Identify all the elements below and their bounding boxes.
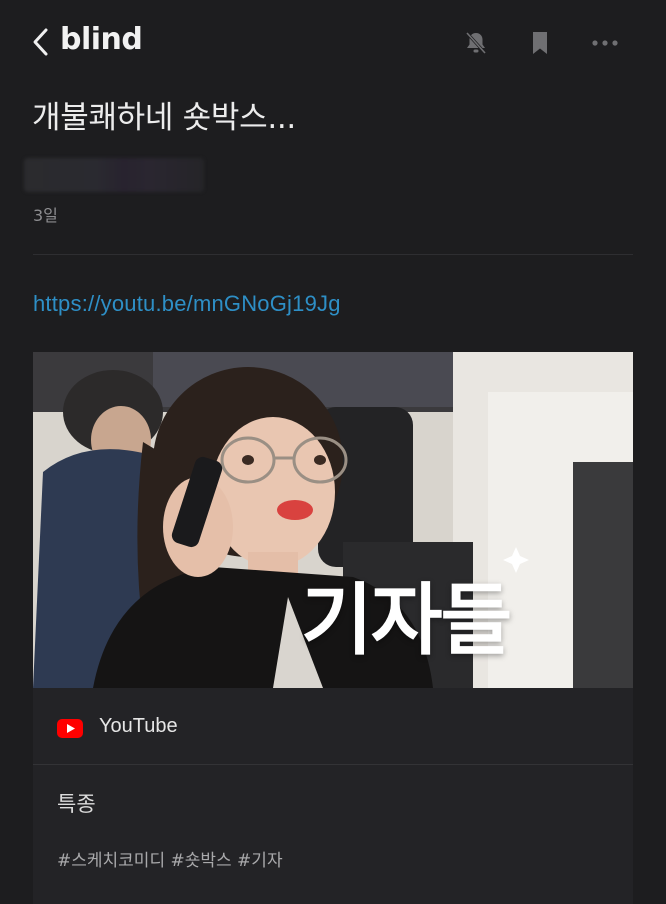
more-options-button[interactable] bbox=[590, 28, 620, 58]
back-button[interactable] bbox=[28, 24, 56, 60]
video-thumbnail[interactable]: 기자들 bbox=[33, 352, 633, 688]
post-title: 개불쾌하네 숏박스... bbox=[32, 100, 296, 136]
youtube-icon bbox=[57, 719, 83, 738]
author-info-blurred[interactable] bbox=[24, 158, 204, 192]
video-source-row: YouTube bbox=[33, 688, 633, 765]
thumbnail-caption: 기자들 bbox=[301, 576, 512, 666]
bookmark-button[interactable] bbox=[525, 28, 555, 58]
video-tags: #스케치코미디 #숏박스 #기자 bbox=[57, 851, 283, 871]
mute-notifications-button[interactable] bbox=[461, 28, 491, 58]
bookmark-icon bbox=[533, 32, 547, 54]
app-header: blind bbox=[0, 0, 666, 84]
divider bbox=[33, 254, 633, 255]
app-logo[interactable]: blind bbox=[60, 22, 143, 57]
bell-off-icon bbox=[465, 31, 487, 55]
video-title: 특종 bbox=[57, 792, 96, 816]
video-embed-card[interactable]: 기자들 YouTube 특종 #스케치코미디 #숏박스 #기자 bbox=[33, 352, 633, 904]
post-page: blind 개불쾌하네 숏박스... 3일 https://youtu.be/m… bbox=[0, 0, 666, 904]
chevron-left-icon bbox=[33, 28, 48, 56]
more-horizontal-icon bbox=[592, 40, 618, 46]
post-date: 3일 bbox=[33, 206, 58, 225]
video-source-label: YouTube bbox=[99, 715, 178, 737]
post-link[interactable]: https://youtu.be/mnGNoGj19Jg bbox=[33, 291, 341, 317]
